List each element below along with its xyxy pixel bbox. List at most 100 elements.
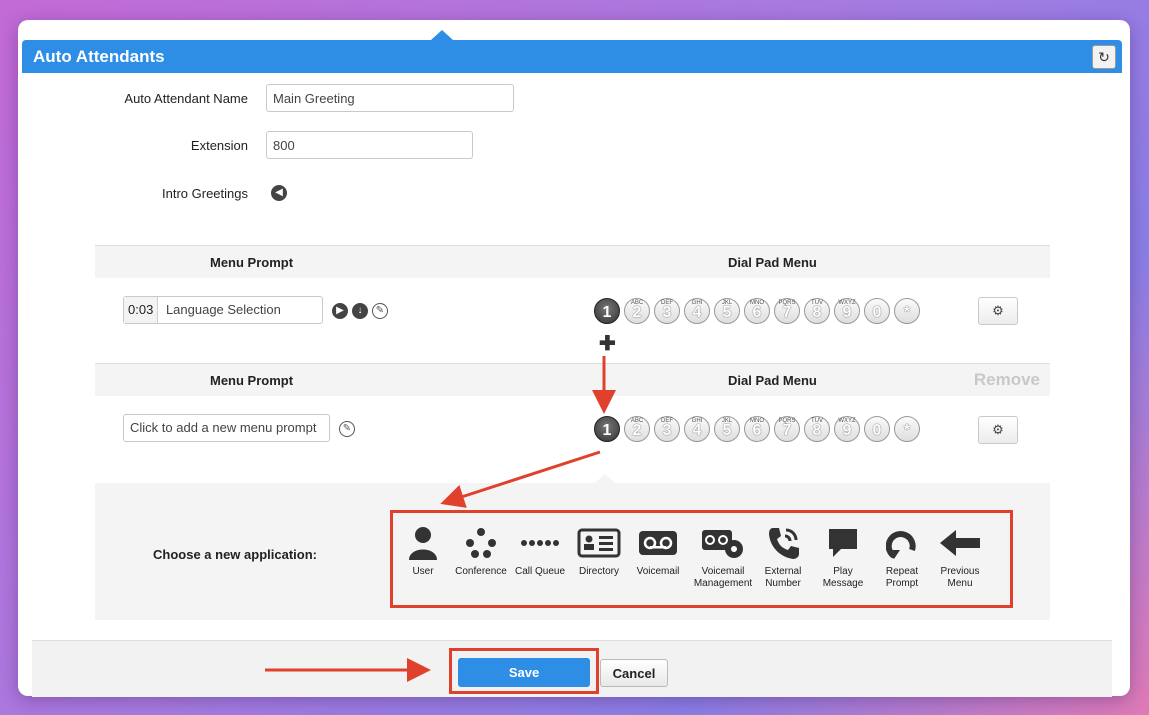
- dial-key[interactable]: 0: [864, 298, 890, 324]
- dial-key-digit: *: [903, 304, 911, 321]
- dial-key-digit: 4: [692, 304, 702, 321]
- dial-key[interactable]: PQRS 7: [774, 298, 800, 324]
- app-directory[interactable]: Directory: [569, 523, 629, 578]
- extension-input[interactable]: 800: [266, 131, 473, 159]
- dial-key-digit: 2: [632, 422, 642, 439]
- title-bar: Auto Attendants ↻: [22, 40, 1122, 73]
- dial-key[interactable]: *: [894, 416, 920, 442]
- refresh-button[interactable]: ↻: [1092, 45, 1116, 69]
- app-voicemail[interactable]: Voicemail: [628, 523, 688, 578]
- cancel-button[interactable]: Cancel: [600, 659, 668, 687]
- dial-key[interactable]: WXYZ 9: [834, 298, 860, 324]
- dial-key-digit: *: [903, 422, 911, 439]
- menu-prompt-heading: Menu Prompt: [210, 255, 294, 270]
- gear-icon: ⚙: [992, 303, 1004, 318]
- app-repeat-prompt[interactable]: Repeat Prompt: [872, 523, 932, 590]
- dial-key[interactable]: ABC 2: [624, 298, 650, 324]
- app-label: Menu: [947, 578, 973, 589]
- external-number-icon: [769, 528, 799, 559]
- dial-key-digit: 9: [842, 304, 852, 321]
- dial-key-digit: 5: [722, 304, 732, 321]
- dial-key[interactable]: 1: [594, 298, 620, 324]
- app-voicemail-management[interactable]: Voicemail Management: [693, 523, 753, 590]
- play-message-icon: [829, 529, 857, 557]
- dial-key[interactable]: TUV 8: [804, 298, 830, 324]
- prompt-duration: 0:03: [124, 297, 159, 323]
- dial-key-digit: 4: [692, 422, 702, 439]
- app-user[interactable]: User: [393, 523, 453, 578]
- prompt-name: Language Selection: [165, 302, 281, 317]
- dial-key-digit: 1: [602, 304, 612, 321]
- dial-key[interactable]: MNO 6: [744, 298, 770, 324]
- back-arrow-icon: [940, 530, 980, 556]
- app-external-number[interactable]: External Number: [753, 523, 813, 590]
- dial-key[interactable]: WXYZ 9: [834, 416, 860, 442]
- app-label: Previous: [940, 566, 980, 577]
- attendant-name-input[interactable]: Main Greeting: [266, 84, 514, 112]
- edit-icon[interactable]: ✎: [372, 303, 388, 319]
- dial-key[interactable]: JKL 5: [714, 416, 740, 442]
- repeat-prompt-icon: [886, 531, 916, 559]
- dial-key[interactable]: PQRS 7: [774, 416, 800, 442]
- call-queue-icon: [521, 540, 559, 546]
- dial-key-digit: 9: [842, 422, 852, 439]
- app-label: User: [412, 566, 434, 577]
- new-menu-prompt-field[interactable]: Click to add a new menu prompt: [123, 414, 330, 442]
- dial-key-digit: 8: [812, 422, 822, 439]
- app-previous-menu[interactable]: Previous Menu: [930, 523, 990, 590]
- gear-icon: ⚙: [992, 422, 1004, 437]
- header-caret: [431, 30, 453, 40]
- app-label: Number: [765, 578, 801, 589]
- dial-key[interactable]: 1: [594, 416, 620, 442]
- menu-settings-button-2[interactable]: ⚙: [978, 416, 1018, 444]
- voicemail-management-icon: [702, 530, 743, 558]
- refresh-icon: ↻: [1098, 49, 1110, 65]
- user-icon: [409, 527, 437, 560]
- save-button[interactable]: Save: [458, 658, 590, 687]
- dial-pad-2: 1 ABC 2 DEF 3 GHI 4 JKL 5 MNO 6 PQRS 7 TUV 8 WXYZ 9 0 *: [594, 416, 920, 442]
- app-label: Management: [693, 578, 753, 589]
- dial-key[interactable]: DEF 3: [654, 416, 680, 442]
- add-submenu-icon[interactable]: ✚: [599, 331, 616, 356]
- dial-key[interactable]: MNO 6: [744, 416, 770, 442]
- dial-key[interactable]: *: [894, 298, 920, 324]
- dial-key-digit: 0: [872, 422, 882, 439]
- directory-icon: [577, 528, 621, 558]
- menu-header-2: Menu Prompt Dial Pad Menu Remove: [95, 363, 1050, 396]
- dial-key[interactable]: TUV 8: [804, 416, 830, 442]
- play-icon[interactable]: ▶: [332, 303, 348, 319]
- dial-key[interactable]: JKL 5: [714, 298, 740, 324]
- speaker-icon[interactable]: ◀: [271, 185, 287, 201]
- intro-greetings-label: Intro Greetings: [162, 186, 248, 201]
- app-label: Directory: [578, 566, 619, 577]
- remove-menu-link[interactable]: Remove: [974, 370, 1040, 390]
- dial-key-digit: 2: [632, 304, 642, 321]
- app-play-message[interactable]: Play Message: [813, 523, 873, 590]
- app-label: External: [764, 566, 802, 577]
- dial-key[interactable]: ABC 2: [624, 416, 650, 442]
- dial-pad-menu-heading: Dial Pad Menu: [728, 373, 817, 388]
- panel-notch: [595, 474, 615, 483]
- menu-prompt-heading: Menu Prompt: [210, 373, 294, 388]
- app-label: Prompt: [885, 578, 919, 589]
- app-label: Call Queue: [514, 566, 566, 577]
- app-label: Conference: [455, 566, 507, 577]
- menu-header-1: Menu Prompt Dial Pad Menu: [95, 245, 1050, 278]
- dial-key[interactable]: GHI 4: [684, 298, 710, 324]
- dial-key-digit: 6: [752, 304, 762, 321]
- app-call-queue[interactable]: Call Queue: [510, 523, 570, 578]
- app-label: Play: [833, 566, 853, 577]
- attendant-name-label: Auto Attendant Name: [124, 91, 248, 106]
- menu-settings-button-1[interactable]: ⚙: [978, 297, 1018, 325]
- dial-key[interactable]: 0: [864, 416, 890, 442]
- dial-key-digit: 3: [662, 422, 672, 439]
- app-conference[interactable]: Conference: [451, 523, 511, 578]
- app-label: Voicemail: [701, 566, 745, 577]
- dial-pad-menu-heading: Dial Pad Menu: [728, 255, 817, 270]
- edit-icon[interactable]: ✎: [339, 421, 355, 437]
- dial-key[interactable]: GHI 4: [684, 416, 710, 442]
- choose-application-label: Choose a new application:: [153, 547, 317, 562]
- download-icon[interactable]: ↓: [352, 303, 368, 319]
- dial-key[interactable]: DEF 3: [654, 298, 680, 324]
- menu-prompt-field-1[interactable]: 0:03 Language Selection: [123, 296, 323, 324]
